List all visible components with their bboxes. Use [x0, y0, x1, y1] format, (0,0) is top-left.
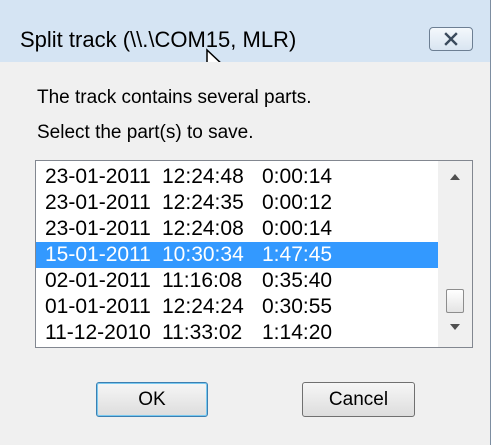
list-item-duration: 0:00:12: [262, 191, 333, 214]
scroll-down-arrow-icon[interactable]: [450, 324, 460, 330]
list-item-date: 23-01-2011: [45, 165, 151, 188]
window-title: Split track (\\.\COM15, MLR): [20, 27, 297, 52]
scroll-up-arrow-icon[interactable]: [450, 174, 460, 180]
close-icon: [444, 32, 458, 46]
list-item-time: 12:24:08: [162, 217, 244, 240]
ok-button[interactable]: OK: [96, 382, 208, 417]
instruction-text: Select the part(s) to save.: [37, 122, 254, 143]
track-parts-rows: 23-01-2011 12:24:48 0:00:14 23-01-2011 12:24…: [36, 164, 438, 346]
list-item-time: 12:24:35: [162, 191, 244, 214]
list-item[interactable]: 23-01-2011 12:24:48 0:00:14: [36, 164, 438, 190]
list-item-time: 12:24:24: [162, 295, 244, 318]
scrollbar-thumb[interactable]: [446, 289, 464, 313]
list-item-date: 15-01-2011: [45, 243, 151, 266]
list-item[interactable]: 01-01-2011 12:24:24 0:30:55: [36, 294, 438, 320]
title-bar[interactable]: Split track (\\.\COM15, MLR): [0, 0, 490, 80]
close-button[interactable]: [429, 27, 473, 51]
split-track-dialog: Split track (\\.\COM15, MLR) The track c…: [0, 0, 491, 445]
track-parts-list[interactable]: 23-01-2011 12:24:48 0:00:14 23-01-2011 12:24…: [35, 160, 473, 348]
list-item-date: 23-01-2011: [45, 191, 151, 214]
dialog-body: The track contains several parts. Select…: [0, 62, 490, 445]
list-item-time: 11:33:02: [162, 321, 243, 344]
vertical-scrollbar[interactable]: [438, 161, 472, 347]
list-item-date: 11-12-2010: [45, 321, 151, 344]
info-text: The track contains several parts.: [37, 87, 312, 108]
list-item-time: 10:30:34: [162, 243, 244, 266]
list-item[interactable]: 23-01-2011 12:24:35 0:00:12: [36, 190, 438, 216]
list-item-duration: 0:00:14: [262, 217, 333, 240]
list-item-time: 12:24:48: [162, 165, 244, 188]
list-item-duration: 0:00:14: [262, 165, 333, 188]
list-item[interactable]: 15-01-2011 10:30:34 1:47:45: [36, 242, 438, 268]
list-item-date: 01-01-2011: [45, 295, 151, 318]
list-item-duration: 1:14:20: [262, 321, 333, 344]
list-item-duration: 0:35:40: [262, 269, 333, 292]
list-item-date: 02-01-2011: [45, 269, 151, 292]
list-item[interactable]: 11-12-2010 11:33:02 1:14:20: [36, 320, 438, 346]
list-item-duration: 0:30:55: [262, 295, 333, 318]
list-item-duration: 1:47:45: [262, 243, 333, 266]
list-item[interactable]: 02-01-2011 11:16:08 0:35:40: [36, 268, 438, 294]
list-item-date: 23-01-2011: [45, 217, 151, 240]
list-item[interactable]: 23-01-2011 12:24:08 0:00:14: [36, 216, 438, 242]
list-item-time: 11:16:08: [162, 269, 243, 292]
cancel-button[interactable]: Cancel: [302, 382, 415, 417]
